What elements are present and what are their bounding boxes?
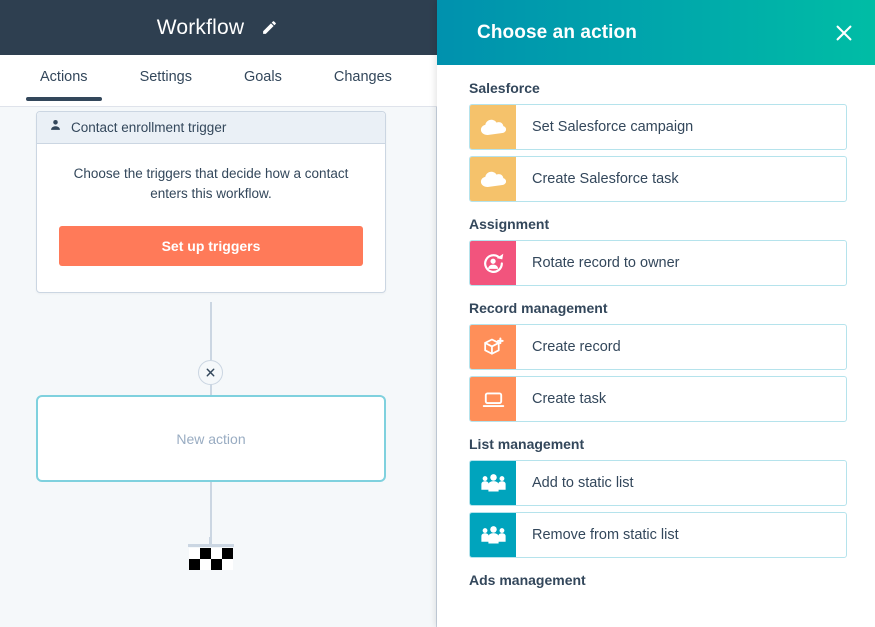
contact-person-icon <box>49 118 62 137</box>
trigger-card-header: Contact enrollment trigger <box>37 112 385 144</box>
connector-line <box>210 482 212 537</box>
editor-tabs: Actions Settings Goals Changes <box>0 55 437 107</box>
panel-title: Choose an action <box>477 21 637 43</box>
create-record-icon <box>470 325 516 369</box>
remove-node-button[interactable] <box>198 360 223 385</box>
trigger-description: Choose the triggers that decide how a co… <box>73 166 349 201</box>
action-item-set-salesforce-campaign[interactable]: Set Salesforce campaign <box>469 104 847 150</box>
workflow-editor-pane: Workflow Actions Settings Goals Changes <box>0 0 437 627</box>
panel-header: Choose an action <box>437 0 875 65</box>
action-item-add-to-static-list[interactable]: Add to static list <box>469 460 847 506</box>
action-item-label: Create Salesforce task <box>532 171 679 187</box>
workflow-editor-page: Workflow Actions Settings Goals Changes <box>0 0 875 627</box>
action-item-label: Add to static list <box>532 475 634 491</box>
section-title-record-management: Record management <box>469 300 608 316</box>
new-action-placeholder[interactable]: New action <box>36 395 386 482</box>
rotate-owner-icon <box>470 241 516 285</box>
flag-crossbar <box>188 544 234 547</box>
set-up-triggers-button[interactable]: Set up triggers <box>59 226 363 266</box>
contact-enrollment-trigger-card[interactable]: Contact enrollment trigger Choose the tr… <box>36 111 386 293</box>
choose-action-panel: Choose an action Salesforce Set Salesfor… <box>437 0 875 627</box>
section-title-salesforce: Salesforce <box>469 80 540 96</box>
checkered-flag-icon <box>188 537 234 570</box>
tab-actions-label: Actions <box>40 69 88 85</box>
action-item-label: Rotate record to owner <box>532 255 680 271</box>
close-icon[interactable] <box>829 18 859 48</box>
tab-changes[interactable]: Changes <box>320 55 406 101</box>
action-item-remove-from-static-list[interactable]: Remove from static list <box>469 512 847 558</box>
section-title-list-management: List management <box>469 436 585 452</box>
cloud-icon <box>470 105 516 149</box>
action-item-create-record[interactable]: Create record <box>469 324 847 370</box>
page-title: Workflow <box>156 15 245 39</box>
create-task-icon <box>470 377 516 421</box>
tab-goals-label: Goals <box>243 69 282 85</box>
tab-settings[interactable]: Settings <box>126 55 206 101</box>
section-title-assignment: Assignment <box>469 216 550 232</box>
section-title-ads-management: Ads management <box>469 572 586 588</box>
action-item-create-task[interactable]: Create task <box>469 376 847 422</box>
action-item-label: Create record <box>532 339 621 355</box>
workflow-canvas: Contact enrollment trigger Choose the tr… <box>0 107 437 627</box>
action-item-create-salesforce-task[interactable]: Create Salesforce task <box>469 156 847 202</box>
trigger-card-body: Choose the triggers that decide how a co… <box>37 144 385 292</box>
action-item-label: Set Salesforce campaign <box>532 119 694 135</box>
trigger-card-title: Contact enrollment trigger <box>71 120 227 135</box>
action-item-rotate-record-to-owner[interactable]: Rotate record to owner <box>469 240 847 286</box>
people-group-icon <box>470 461 516 505</box>
action-list[interactable]: Salesforce Set Salesforce campaign Creat… <box>437 65 875 627</box>
tab-settings-label: Settings <box>139 69 192 85</box>
action-item-label: Remove from static list <box>532 527 679 543</box>
connector-line <box>210 302 212 360</box>
workflow-topbar: Workflow <box>0 0 437 55</box>
new-action-label: New action <box>176 430 246 447</box>
tab-actions[interactable]: Actions <box>26 55 102 101</box>
tab-changes-label: Changes <box>333 69 392 85</box>
action-item-label: Create task <box>532 391 607 407</box>
pencil-icon[interactable] <box>258 17 280 39</box>
people-group-icon <box>470 513 516 557</box>
tab-goals[interactable]: Goals <box>230 55 296 101</box>
flag-checker-grid <box>189 548 234 570</box>
cloud-icon <box>470 157 516 201</box>
